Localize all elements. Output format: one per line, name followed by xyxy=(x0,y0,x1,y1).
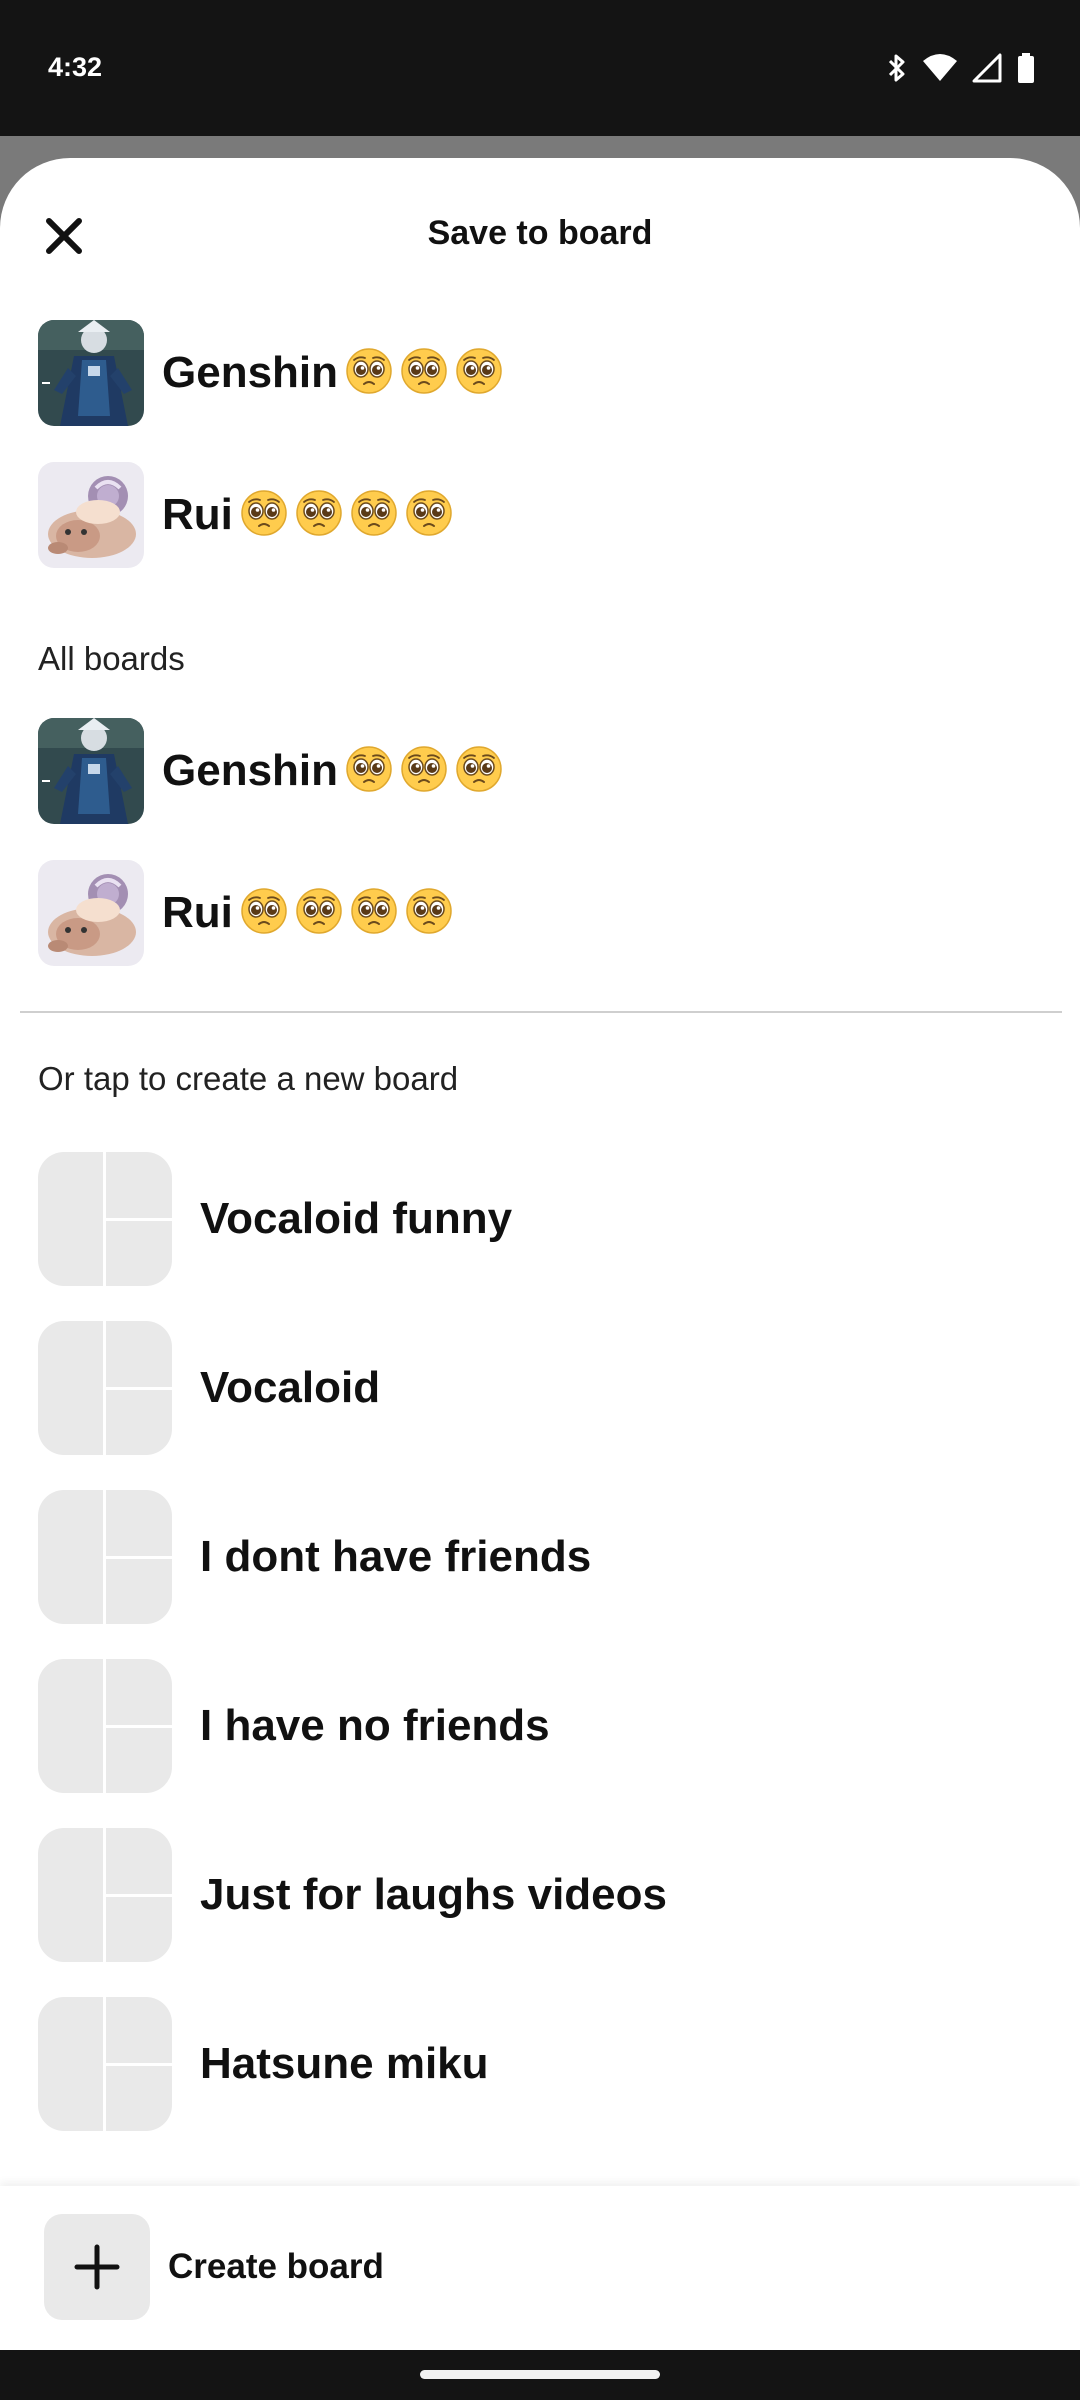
pleading-face-emojis xyxy=(233,888,453,937)
board-placeholder-thumbnail xyxy=(38,1997,172,2131)
plush-toy-thumbnail xyxy=(38,860,144,966)
board-placeholder-thumbnail xyxy=(38,1321,172,1455)
suggested-board-name: Hatsune miku xyxy=(200,2039,489,2088)
board-placeholder-thumbnail xyxy=(38,1490,172,1624)
pleading-face-emoji xyxy=(400,347,448,395)
pleading-face-emoji xyxy=(345,745,393,793)
board-name: Rui xyxy=(162,887,453,939)
genshin-character-thumbnail xyxy=(38,320,144,426)
status-time: 4:32 xyxy=(48,52,103,82)
pleading-face-emoji xyxy=(350,489,398,537)
pleading-face-emojis xyxy=(338,348,503,397)
board-placeholder-thumbnail xyxy=(38,1659,172,1793)
home-indicator[interactable] xyxy=(420,2370,660,2379)
battery-icon xyxy=(1018,53,1034,83)
top-board-genshin[interactable]: Genshin xyxy=(38,320,503,426)
save-to-board-sheet: Save to board Genshin Rui All boards Gen… xyxy=(0,158,1080,2350)
navigation-bar xyxy=(0,2350,1080,2400)
create-board-footer: Create board xyxy=(0,2186,1080,2350)
suggested-board[interactable]: Vocaloid funny xyxy=(38,1152,512,1286)
status-bar: 4:32 xyxy=(0,0,1080,136)
suggested-board-name: Vocaloid xyxy=(200,1363,381,1412)
pleading-face-emojis xyxy=(233,490,453,539)
suggested-board-name: I dont have friends xyxy=(200,1532,592,1581)
suggested-board[interactable]: Hatsune miku xyxy=(38,1997,489,2131)
suggestions-label: Or tap to create a new board xyxy=(38,1060,459,1097)
pleading-face-emoji xyxy=(345,347,393,395)
suggested-board-name: Vocaloid funny xyxy=(200,1194,513,1243)
suggested-board[interactable]: Vocaloid xyxy=(38,1321,380,1455)
board-placeholder-thumbnail xyxy=(38,1828,172,1962)
board-name: Rui xyxy=(162,489,453,541)
plus-icon xyxy=(74,2244,120,2290)
top-board-rui[interactable]: Rui xyxy=(38,462,453,568)
cell-signal-icon xyxy=(972,53,1002,83)
pleading-face-emoji xyxy=(240,489,288,537)
create-board-label[interactable]: Create board xyxy=(168,2246,384,2288)
board-name: Genshin xyxy=(162,347,503,399)
all-boards-label: All boards xyxy=(38,640,185,677)
suggested-board[interactable]: Just for laughs videos xyxy=(38,1828,667,1962)
pleading-face-emoji xyxy=(240,887,288,935)
bluetooth-icon xyxy=(888,54,905,82)
status-icons xyxy=(886,52,1036,84)
pleading-face-emoji xyxy=(350,887,398,935)
pleading-face-emoji xyxy=(405,887,453,935)
divider xyxy=(20,1011,1062,1013)
suggested-board[interactable]: I dont have friends xyxy=(38,1490,591,1624)
wifi-icon xyxy=(923,54,957,81)
pleading-face-emoji xyxy=(400,745,448,793)
board-rui[interactable]: Rui xyxy=(38,860,453,966)
plush-toy-thumbnail xyxy=(38,462,144,568)
pleading-face-emoji xyxy=(295,887,343,935)
pleading-face-emoji xyxy=(455,347,503,395)
genshin-character-thumbnail xyxy=(38,718,144,824)
pleading-face-emoji xyxy=(455,745,503,793)
pleading-face-emojis xyxy=(338,746,503,795)
sheet-title: Save to board xyxy=(427,214,653,252)
suggested-board-name: Just for laughs videos xyxy=(200,1870,667,1919)
pleading-face-emoji xyxy=(295,489,343,537)
create-board-button[interactable] xyxy=(44,2214,150,2320)
board-placeholder-thumbnail xyxy=(38,1152,172,1286)
suggested-board[interactable]: I have no friends xyxy=(38,1659,550,1793)
board-genshin[interactable]: Genshin xyxy=(38,718,503,824)
pleading-face-emoji xyxy=(405,489,453,537)
suggested-board-name: I have no friends xyxy=(200,1701,550,1750)
board-name: Genshin xyxy=(162,745,503,797)
